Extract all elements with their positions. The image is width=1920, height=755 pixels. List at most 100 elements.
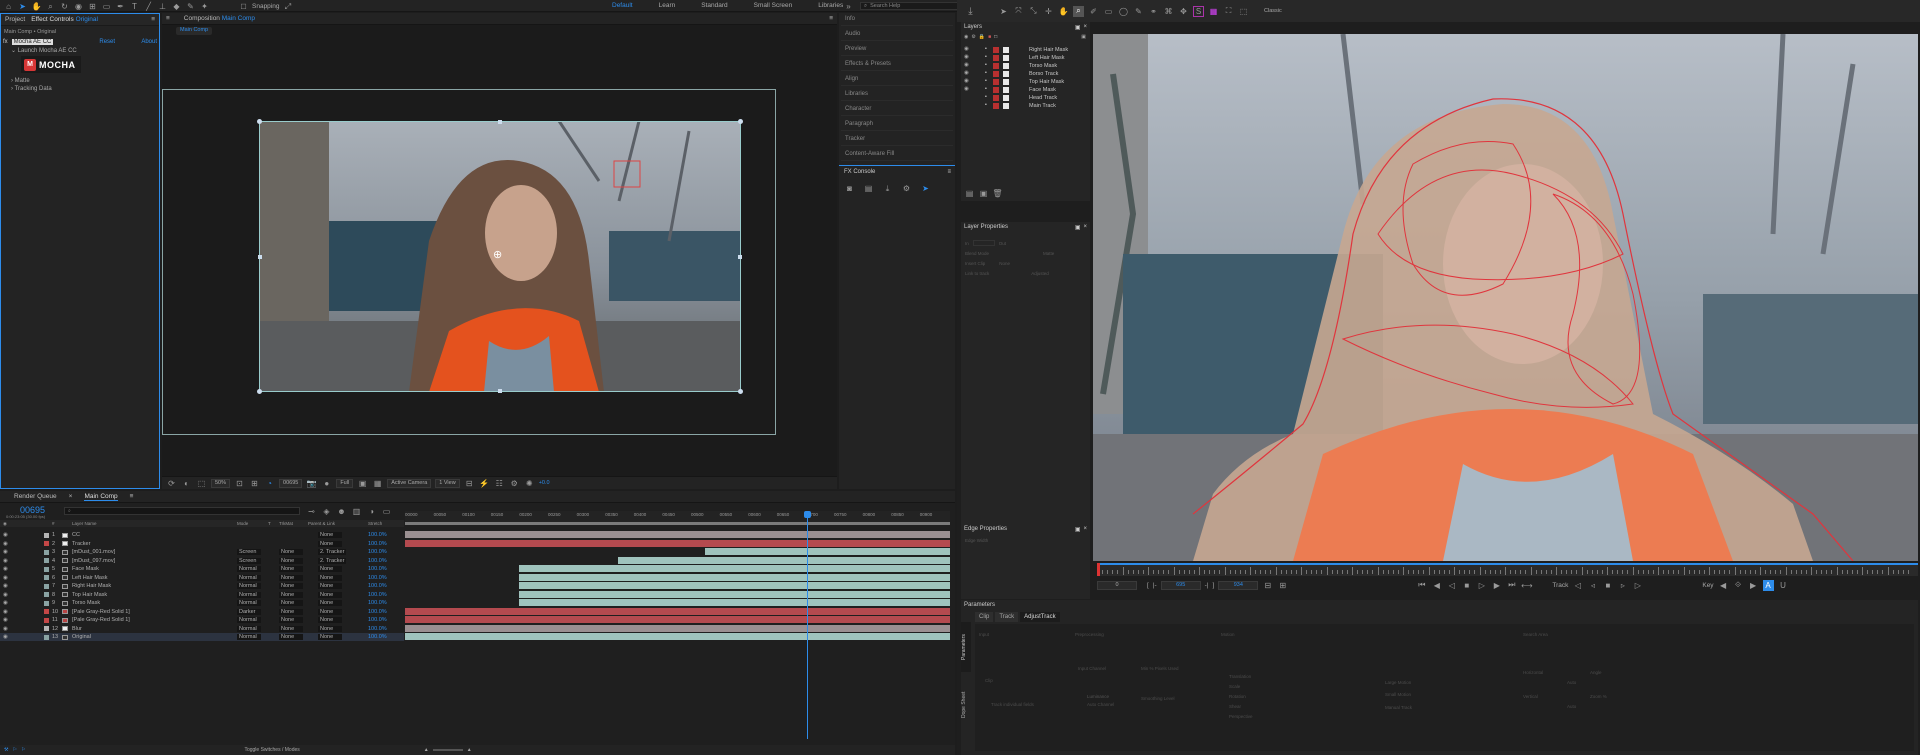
set-out-icon[interactable]: ] [1213, 582, 1215, 589]
workspace-select[interactable]: Classic [1261, 7, 1285, 16]
eraser-tool-icon[interactable]: ◆ [171, 1, 182, 12]
save-icon[interactable]: ⤓ [965, 6, 976, 17]
layer-duration-bar[interactable] [405, 607, 950, 615]
fit-icon[interactable]: ⊡ [234, 478, 245, 489]
rectangle-tool-icon[interactable]: ▭ [101, 1, 112, 12]
reset-link[interactable]: Reset [99, 39, 115, 45]
anchor-point-icon[interactable]: ⊕ [493, 250, 502, 261]
panel-close-icon[interactable]: × [1083, 24, 1087, 30]
layer-color-swatch[interactable] [993, 79, 999, 85]
layer-color-swatch[interactable] [993, 63, 999, 69]
lock-icon[interactable]: ▪ [985, 86, 987, 92]
zoom-icon[interactable]: ⌕ [1073, 5, 1084, 17]
lock-icon[interactable]: ▪ [985, 94, 987, 100]
timeline-layer-row[interactable]: ◉ 3 [mDust_001.mov] Screen None 2. Tracker 100… [0, 548, 404, 556]
new-group-icon[interactable]: ▤ [964, 188, 975, 199]
mask-visibility-icon[interactable]: ◐ [181, 478, 192, 489]
out-frame-field[interactable]: 934 [1218, 580, 1259, 590]
visibility-icon[interactable]: ◉ [964, 46, 969, 52]
panel-close-icon[interactable]: × [1083, 526, 1087, 532]
camera-select[interactable]: Active Camera [387, 478, 432, 488]
layer-trkmat[interactable]: None [279, 608, 303, 615]
param-auto-h[interactable]: Auto [1567, 680, 1576, 685]
layer-duration-bar[interactable] [519, 573, 950, 581]
panel-float-icon[interactable]: ▣ [1075, 526, 1081, 533]
select-points-icon[interactable]: ⤧ [1013, 6, 1024, 17]
lock-icon[interactable]: ▪ [985, 62, 987, 68]
tab-clip[interactable]: Clip [975, 612, 994, 622]
prev-frame-icon[interactable]: ◀ [1431, 580, 1442, 591]
bezier-icon[interactable]: ✎ [1133, 6, 1144, 17]
lock-icon[interactable]: ▪ [985, 46, 987, 52]
timeline-layer-row[interactable]: ◉ 4 [mDust_097.mov] Screen None 2. Tracker 100… [0, 557, 404, 565]
hand-icon[interactable]: ✋ [1058, 6, 1069, 17]
send-icon[interactable]: ➤ [920, 183, 931, 194]
visibility-icon[interactable]: ◉ [964, 54, 969, 60]
layer-mode[interactable]: Darker [237, 608, 261, 615]
track-stop-icon[interactable]: ■ [1602, 580, 1613, 591]
layer-trkmat[interactable]: None [279, 634, 303, 640]
panel-effects-presets[interactable]: Effects & Presets [841, 58, 953, 71]
zoom-out-icon[interactable]: ▲ [424, 747, 429, 753]
workspace-menu-icon[interactable]: » [843, 1, 854, 12]
go-out-icon[interactable]: -| [1205, 582, 1209, 589]
param-small-motion[interactable]: Small Motion [1385, 692, 1411, 697]
layer-parent[interactable]: None [318, 600, 342, 606]
layer-mode[interactable]: Normal [237, 600, 261, 606]
set-in-icon[interactable]: [ [1147, 582, 1149, 589]
snap-icon[interactable]: ⤢ [282, 1, 293, 12]
attach-icon[interactable]: ⌘ [1163, 6, 1174, 17]
layer-duration-bar[interactable] [704, 548, 950, 555]
panel-tracker[interactable]: Tracker [841, 133, 953, 146]
puppet-tool-icon[interactable]: ✦ [199, 1, 210, 12]
layer-parent[interactable]: 2. Tracker [318, 549, 347, 555]
fast-preview-icon[interactable]: ⚡ [479, 478, 490, 489]
zoom-tool-icon[interactable]: ⌕ [45, 1, 56, 12]
select-tool-icon[interactable]: ➤ [998, 6, 1009, 17]
layer-trkmat[interactable]: None [279, 574, 303, 581]
layer-trkmat[interactable]: None [279, 625, 303, 632]
snapping-checkbox[interactable]: ☐ [238, 1, 249, 12]
workspace-default[interactable]: Default [612, 2, 633, 9]
mocha-timebar[interactable] [1097, 563, 1918, 576]
lock-icon[interactable]: ▪ [985, 78, 987, 84]
draft-3d-icon[interactable]: ◈ [321, 506, 332, 517]
timeline-layer-row[interactable]: ◉ 11 [Pale Gray-Red Solid 1] Normal None None… [0, 616, 404, 624]
zoom-slider[interactable] [432, 749, 463, 751]
visibility-icon[interactable]: ◉ [964, 70, 969, 76]
zoom-select[interactable]: 50% [211, 478, 231, 488]
shy-icon[interactable]: ☻ [336, 506, 347, 517]
timeline-layer-row[interactable]: ◉ 7 Right Hair Mask Normal None None 100.0% [0, 582, 404, 590]
param-rotation[interactable]: Rotation [1229, 694, 1246, 699]
pen-tool-icon[interactable]: ✒ [115, 1, 126, 12]
next-keyframe-icon[interactable]: ▶ [1748, 580, 1759, 591]
cache-icon[interactable]: ⊞ [1277, 580, 1288, 591]
layer-trkmat[interactable]: None [279, 557, 303, 564]
transform-handle[interactable] [257, 119, 262, 124]
panel-menu-icon[interactable]: ≡ [130, 493, 134, 500]
main-comp-tab[interactable]: Main Comp [84, 493, 118, 501]
track-back-icon[interactable]: ◁ [1572, 580, 1583, 591]
layer-mode[interactable]: Normal [237, 583, 261, 589]
panel-menu-icon[interactable]: ≡ [947, 169, 951, 175]
layer-switches-icon[interactable]: ⚐ [12, 747, 16, 753]
layer-duration-bar[interactable] [405, 624, 950, 632]
search-help-field[interactable]: ⌕ Search Help [860, 2, 960, 10]
panel-align[interactable]: Align [841, 73, 953, 86]
always-preview-icon[interactable]: ⟳ [166, 478, 177, 489]
layer-duration-bar[interactable] [405, 531, 950, 538]
timeline-layer-row[interactable]: ◉ 8 Top Hair Mask Normal None None 100.0% [0, 591, 404, 599]
layer-trkmat[interactable]: None [279, 591, 303, 598]
tab-effect-controls[interactable]: Effect Controls Original [31, 16, 98, 23]
mocha-layer-row[interactable]: ◉ ▪ Torso Mask [961, 62, 1090, 70]
mocha-layer-row[interactable]: ◉ ▪ Top Hair Mask [961, 78, 1090, 86]
layer-parent[interactable]: None [318, 591, 342, 598]
layer-duration-bar[interactable] [519, 590, 950, 598]
timeline-layer-row[interactable]: ◉ 12 Blur Normal None None 100.0% [0, 625, 404, 633]
layer-trkmat[interactable]: None [279, 566, 303, 572]
layer-color-swatch[interactable] [993, 55, 999, 61]
track-fwd-one-icon[interactable]: ▹ [1617, 580, 1628, 591]
home-icon[interactable]: ⌂ [3, 1, 14, 12]
track-fwd-icon[interactable]: ▷ [1632, 580, 1643, 591]
pick-icon[interactable]: ⤡ [1028, 6, 1039, 17]
